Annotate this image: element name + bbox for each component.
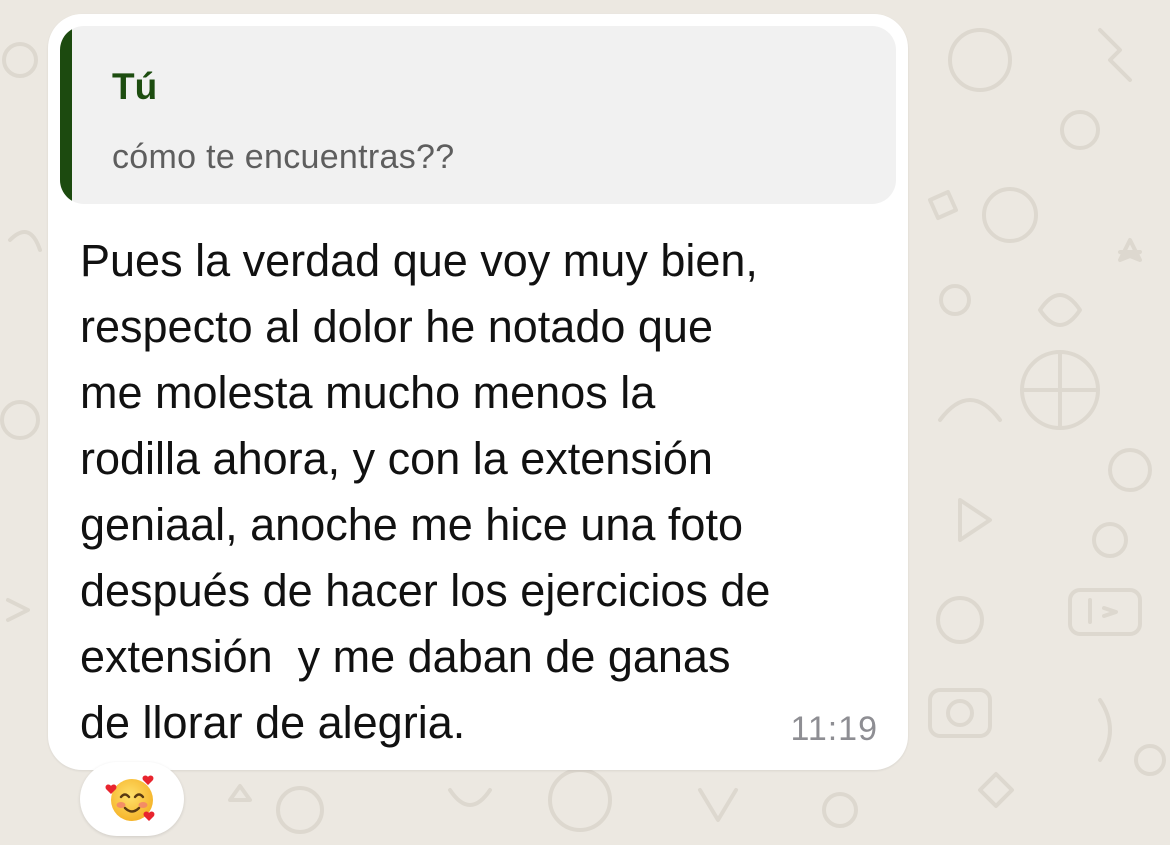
quote-author: Tú	[112, 66, 158, 107]
quote-text: cómo te encuentras??	[112, 138, 455, 176]
message-line: geniaal, anoche me hice una foto	[80, 499, 743, 550]
message-line: respecto al dolor he notado que	[80, 301, 713, 352]
message-line: extensión y me daban de ganas	[80, 631, 731, 682]
quote-accent-bar	[60, 26, 72, 204]
message-bubble[interactable]: Tú cómo te encuentras?? Pues la verdad q…	[48, 14, 908, 770]
message-text: Pues la verdad que voy muy bien, respect…	[80, 228, 890, 756]
quoted-reply[interactable]: Tú cómo te encuentras??	[60, 26, 896, 204]
message-line: me molesta mucho menos la	[80, 367, 656, 418]
reaction-badge[interactable]	[80, 762, 184, 836]
message-timestamp: 11:19	[790, 710, 878, 748]
smiling-face-with-hearts-icon	[105, 775, 155, 821]
message-line: rodilla ahora, y con la extensión	[80, 433, 713, 484]
message-line: Pues la verdad que voy muy bien,	[80, 235, 758, 286]
message-line: de llorar de alegria.	[80, 697, 466, 748]
message-line: después de hacer los ejercicios de	[80, 565, 771, 616]
